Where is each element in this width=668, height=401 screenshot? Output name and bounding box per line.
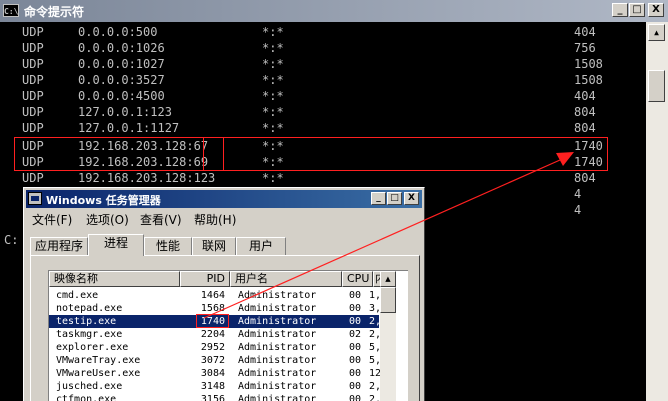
- scroll-thumb[interactable]: [648, 70, 665, 102]
- tm-minimize-button[interactable]: _: [371, 192, 386, 205]
- tm-window-title: Windows 任务管理器: [46, 194, 161, 207]
- process-row[interactable]: jusched.exe 3148 Administrator 00 2,: [49, 380, 381, 393]
- scroll-up-icon[interactable]: ▲: [648, 24, 665, 41]
- process-list-scrollbar[interactable]: ▲: [380, 271, 396, 401]
- process-row[interactable]: ctfmon.exe 3156 Administrator 00 2,: [49, 393, 381, 401]
- netstat-row: UDP 127.0.0.1:123 *:* 804: [22, 105, 596, 119]
- scroll-thumb[interactable]: [380, 287, 396, 313]
- tab-applications[interactable]: 应用程序: [30, 237, 88, 255]
- task-manager-window: Windows 任务管理器 _ □ X 文件(F) 选项(O) 查看(V) 帮助…: [23, 187, 425, 401]
- process-list-header: 映像名称 PID 用户名 CPU 内存: [49, 271, 385, 287]
- cmd-app-icon: C:\: [3, 4, 19, 17]
- taskmgr-app-icon: [28, 192, 42, 205]
- process-row[interactable]: taskmgr.exe 2204 Administrator 02 2,: [49, 328, 381, 341]
- cmd-titlebar[interactable]: C:\ 命令提示符 _ □ X: [0, 0, 668, 22]
- netstat-row-highlighted: UDP 192.168.203.128:67 *:* 1740: [22, 139, 603, 153]
- column-user-name[interactable]: 用户名: [230, 271, 342, 287]
- scroll-up-icon[interactable]: ▲: [380, 271, 396, 287]
- process-row[interactable]: VMwareTray.exe 3072 Administrator 00 5,: [49, 354, 381, 367]
- netstat-row: UDP 0.0.0.0:4500 *:* 404: [22, 89, 596, 103]
- netstat-row: UDP 0.0.0.0:500 *:* 404: [22, 25, 596, 39]
- cmd-window-title: 命令提示符: [24, 5, 85, 19]
- netstat-row: UDP 0.0.0.0:1027 *:* 1508: [22, 57, 603, 71]
- process-row[interactable]: notepad.exe 1568 Administrator 00 3,: [49, 302, 381, 315]
- tm-close-button[interactable]: X: [404, 192, 419, 205]
- netstat-row: UDP 127.0.0.1:1127 *:* 804: [22, 121, 596, 135]
- cmd-close-button[interactable]: X: [648, 3, 664, 17]
- tab-processes[interactable]: 进程: [88, 234, 144, 256]
- column-cpu[interactable]: CPU: [342, 271, 373, 287]
- process-row[interactable]: VMwareUser.exe3084Administrator0012,: [49, 367, 383, 380]
- menu-file[interactable]: 文件(F): [32, 211, 72, 228]
- tab-performance[interactable]: 性能: [144, 237, 192, 255]
- process-row[interactable]: explorer.exe 2952 Administrator 00 5,: [49, 341, 381, 354]
- tm-titlebar[interactable]: Windows 任务管理器 _ □ X: [26, 190, 422, 208]
- netstat-row: UDP 0.0.0.0:3527 *:* 1508: [22, 73, 603, 87]
- process-row-selected[interactable]: testip.exe 1740 Administrator 00 2,: [49, 315, 381, 328]
- cmd-minimize-button[interactable]: _: [612, 3, 628, 17]
- cmd-prompt: C:: [4, 233, 19, 247]
- tm-maximize-button[interactable]: □: [387, 192, 402, 205]
- netstat-row: UDP 192.168.203.128:123 *:* 804: [22, 171, 596, 185]
- tm-tabs: 应用程序 进程 性能 联网 用户: [30, 234, 420, 256]
- tab-users[interactable]: 用户: [236, 237, 286, 255]
- netstat-row: UDP 0.0.0.0:1026 *:* 756: [22, 41, 596, 55]
- tm-menubar: 文件(F) 选项(O) 查看(V) 帮助(H): [26, 209, 422, 228]
- netstat-row-highlighted: UDP 192.168.203.128:69 *:* 1740: [22, 155, 603, 169]
- tab-networking[interactable]: 联网: [192, 237, 236, 255]
- menu-options[interactable]: 选项(O): [86, 211, 129, 228]
- column-pid[interactable]: PID: [180, 271, 230, 287]
- menu-view[interactable]: 查看(V): [140, 211, 182, 228]
- cmd-maximize-button[interactable]: □: [629, 3, 645, 17]
- process-row[interactable]: cmd.exe 1464 Administrator 00 1,: [49, 289, 381, 302]
- cmd-scrollbar[interactable]: ▲: [646, 22, 668, 401]
- process-list[interactable]: 映像名称 PID 用户名 CPU 内存 cmd.exe1464Administr…: [48, 270, 408, 401]
- menu-help[interactable]: 帮助(H): [194, 211, 236, 228]
- column-image-name[interactable]: 映像名称: [49, 271, 180, 287]
